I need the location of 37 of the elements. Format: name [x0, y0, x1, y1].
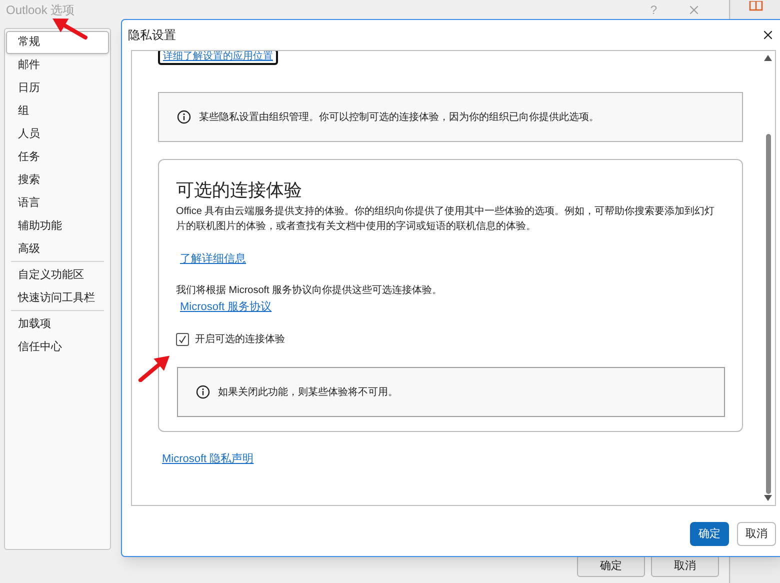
- sidebar-item[interactable]: 快速访问工具栏: [11, 287, 104, 310]
- dialog-button[interactable]: 取消: [651, 555, 719, 577]
- sidebar-item[interactable]: 人员: [6, 123, 109, 146]
- info-icon: [177, 110, 191, 124]
- sidebar-item[interactable]: 信任中心: [11, 336, 104, 359]
- notice-text: 某些隐私设置由组织管理。你可以控制可选的连接体验，因为你的组织已向你提供此选项。: [199, 110, 599, 124]
- learn-more-link[interactable]: 了解详细信息: [176, 251, 250, 268]
- sidebar-item[interactable]: 常规: [6, 31, 109, 54]
- section-heading: 可选的连接体验: [176, 179, 303, 202]
- dialog-title: 隐私设置: [128, 27, 176, 44]
- sidebar-item[interactable]: 自定义功能区: [11, 264, 104, 287]
- scroll-up-icon[interactable]: [764, 55, 772, 61]
- warning-text: 如果关闭此功能，则某些体验将不可用。: [218, 386, 398, 400]
- sidebar-item[interactable]: 辅助功能: [6, 215, 109, 238]
- checkbox-label: 开启可选的连接体验: [195, 332, 285, 347]
- window-title: Outlook 选项: [6, 2, 75, 19]
- agreement-link[interactable]: Microsoft 服务协议: [176, 298, 276, 315]
- privacy-link[interactable]: Microsoft 隐私声明: [136, 451, 280, 468]
- sidebar-item[interactable]: 加载项: [11, 313, 104, 336]
- sidebar-item[interactable]: 日历: [6, 77, 109, 100]
- agreement-text: 我们将根据 Microsoft 服务协议向你提供这些可选连接体验。: [176, 284, 444, 298]
- info-icon: [196, 385, 210, 399]
- sidebar-item[interactable]: 组: [6, 100, 109, 123]
- scroll-down-icon[interactable]: [764, 495, 772, 501]
- check-icon: [178, 335, 187, 344]
- sidebar-item[interactable]: 高级: [6, 238, 109, 261]
- layout-icon: [748, 1, 762, 11]
- checkbox[interactable]: [176, 333, 189, 346]
- sidebar-item[interactable]: 语言: [6, 192, 109, 215]
- close-icon[interactable]: [761, 28, 775, 42]
- dialog-button[interactable]: 确定: [577, 555, 645, 577]
- ok-button[interactable]: 确定: [690, 522, 729, 546]
- sidebar-item[interactable]: 任务: [6, 146, 109, 169]
- cancel-button[interactable]: 取消: [737, 522, 776, 546]
- section-description: Office 具有由云端服务提供支持的体验。你的组织向你提供了使用其中一些体验的选项。例如，可帮助你搜索要添加到幻灯片的联机图片的体验，或者查找有关文档中使用的字词或短语的联机信息的体验。: [176, 204, 716, 234]
- sidebar-item[interactable]: 搜索: [6, 169, 109, 192]
- sidebar-item[interactable]: 邮件: [6, 54, 109, 77]
